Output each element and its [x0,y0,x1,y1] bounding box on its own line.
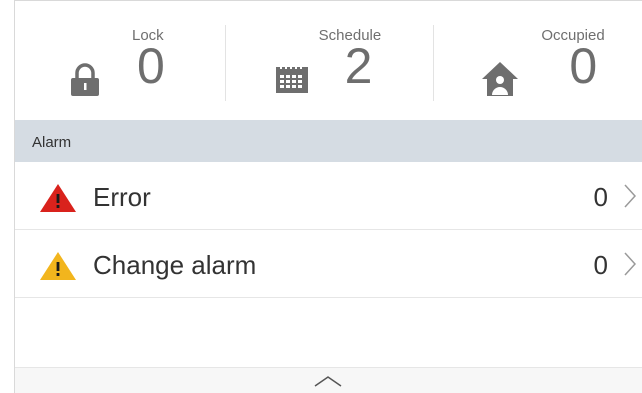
occupied-count: 0 [569,38,598,94]
change-alarm-row[interactable]: Change alarm 0 [15,230,642,298]
change-alarm-count: 0 [593,250,608,280]
change-alarm-warning-icon [39,251,77,286]
lock-count: 0 [137,38,165,94]
occupied-stat[interactable]: Occupied 0 [433,1,642,121]
expand-bar[interactable] [15,367,642,393]
calendar-icon [275,64,309,99]
status-summary: Lock 0 Schedule 2 Occupied 0 [15,0,642,120]
chevron-right-icon [623,252,637,281]
screen-frame: Lock 0 Schedule 2 Occupied 0 Alarm Error… [14,0,642,393]
error-row[interactable]: Error 0 [15,162,642,230]
schedule-stat[interactable]: Schedule 2 [224,1,434,121]
chevron-right-icon [623,184,637,213]
alarm-header-label: Alarm [32,134,72,151]
lock-stat[interactable]: Lock 0 [15,1,225,121]
error-count: 0 [593,182,608,212]
error-warning-icon [39,183,77,218]
change-alarm-label: Change alarm [93,250,257,280]
lock-icon [69,63,101,102]
house-person-icon [481,61,519,102]
alarm-section-header: Alarm [15,120,642,162]
schedule-count: 2 [344,38,373,94]
chevron-up-icon[interactable] [314,374,342,392]
error-label: Error [93,182,151,212]
